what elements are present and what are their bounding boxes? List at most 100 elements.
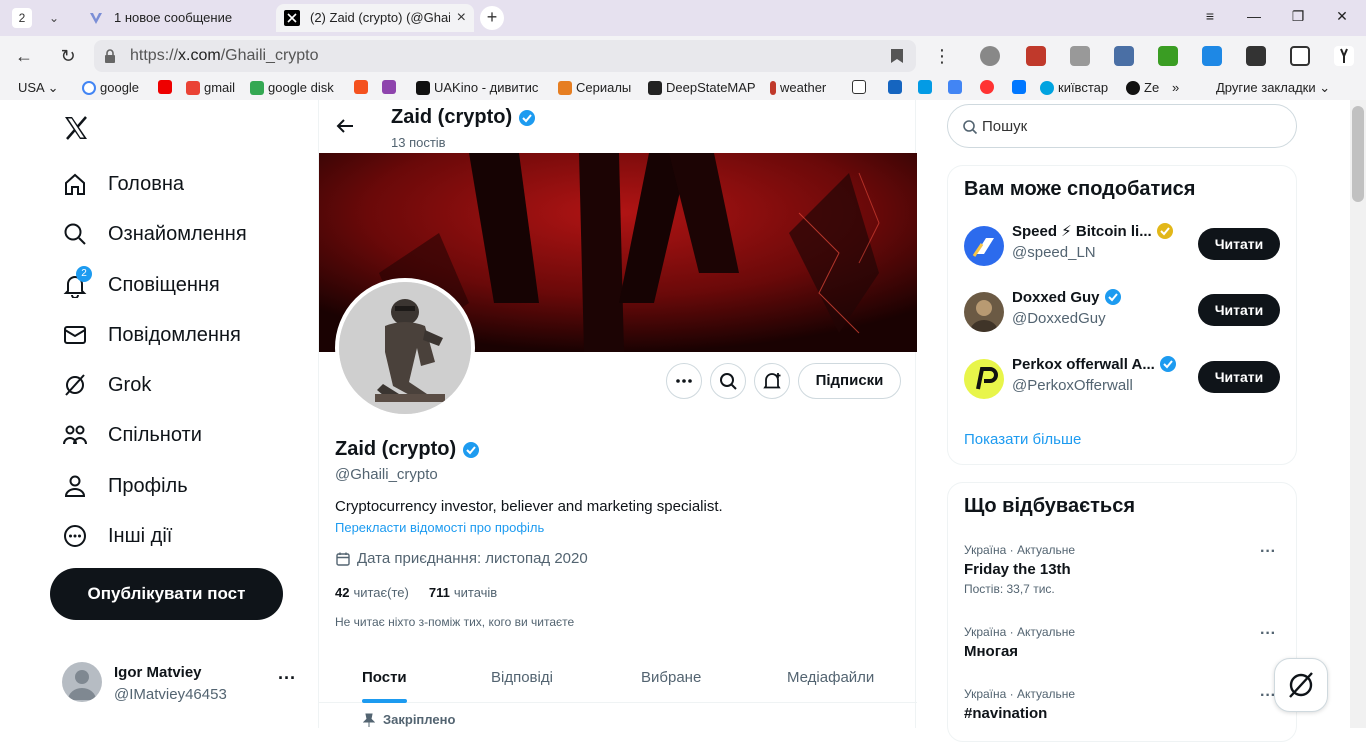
page-scrollbar[interactable] (1350, 100, 1366, 728)
nav-label: Профіль (108, 474, 188, 497)
translate-bio-link[interactable]: Перекласти відомості про профіль (335, 520, 544, 535)
follow-button[interactable]: Читати (1198, 228, 1280, 260)
nav-notifications[interactable]: 2 Сповіщення (62, 265, 220, 305)
tab-posts[interactable]: Пости (362, 653, 407, 703)
bookmark-bc[interactable] (852, 80, 866, 94)
extension-icon[interactable] (1246, 46, 1266, 66)
post-button[interactable]: Опублікувати пост (50, 568, 283, 620)
nav-explore[interactable]: Ознайомлення (62, 214, 247, 254)
bookmark-google-disk[interactable]: google disk (250, 80, 334, 95)
join-date: Дата приєднання: листопад 2020 (335, 550, 588, 567)
tab-media[interactable]: Медіафайли (787, 653, 874, 703)
more-horizontal-icon[interactable]: ··· (278, 668, 296, 689)
menu-icon[interactable]: ≡ (1200, 8, 1220, 24)
more-horizontal-icon[interactable]: ··· (1260, 543, 1276, 561)
nav-messages[interactable]: Повідомлення (62, 315, 241, 355)
bookmark-weather[interactable]: weather (770, 80, 826, 95)
left-sidebar: Головна Ознайомлення 2 Сповіщення Повідо… (0, 100, 318, 728)
tab-highlights[interactable]: Вибране (641, 653, 701, 703)
search-input[interactable]: Пошук (947, 104, 1297, 148)
followers-link[interactable]: 711 читачів (429, 585, 497, 600)
bookmark-yandex[interactable] (980, 80, 994, 94)
extension-icon[interactable] (1114, 46, 1134, 66)
follow-button[interactable]: Читати (1198, 294, 1280, 326)
follow-button[interactable]: Читати (1198, 361, 1280, 393)
bookmark-uakino[interactable]: UAKino - дивитис (416, 80, 538, 95)
trend-item[interactable]: Україна · Актуальне #navination ··· (964, 687, 1284, 722)
following-link[interactable]: 42 читає(те) (335, 585, 409, 600)
bookmark-arrow[interactable] (888, 80, 902, 94)
account-switcher[interactable]: Igor Matviey @IMatviey46453 ··· (50, 658, 308, 710)
more-horizontal-icon[interactable]: ··· (1260, 625, 1276, 643)
back-arrow-icon[interactable] (335, 116, 355, 142)
verified-badge-icon (519, 109, 536, 126)
extension-icon[interactable] (1070, 46, 1090, 66)
verified-badge-icon[interactable] (462, 441, 480, 459)
extension-icon[interactable] (1026, 46, 1046, 66)
nav-profile[interactable]: Профіль (62, 466, 188, 506)
x-logo-icon[interactable] (62, 114, 90, 150)
scrollbar-thumb[interactable] (1352, 106, 1364, 202)
suggestion-row[interactable]: Speed ⚡ Bitcoin li... @speed_LN Читати (964, 222, 1284, 268)
suggestion-row[interactable]: Perkox offerwall A... @PerkoxOfferwall Ч… (964, 355, 1284, 401)
extension-icon[interactable] (1202, 46, 1222, 66)
tab-list-chevron-icon[interactable]: ⌄ (44, 8, 64, 28)
yandex-icon[interactable] (1334, 46, 1354, 66)
minimize-icon[interactable]: — (1244, 8, 1264, 24)
avatar (62, 662, 102, 702)
profile-bio: Cryptocurrency investor, believer and ma… (335, 498, 723, 515)
browser-tab-2[interactable]: (2) Zaid (crypto) (@Ghaili_crypto) × (276, 4, 474, 32)
suggestion-row[interactable]: Doxxed Guy @DoxxedGuy Читати (964, 288, 1284, 334)
trend-item[interactable]: Україна · Актуальне Многая ··· (964, 625, 1284, 660)
more-vert-icon[interactable]: ⋮ (930, 44, 954, 68)
browser-tab-1[interactable]: 1 новое сообщение (80, 4, 270, 32)
reload-icon[interactable]: ↻ (56, 44, 80, 68)
new-tab-button[interactable]: + (480, 6, 504, 30)
profile-avatar[interactable] (335, 278, 475, 418)
download-extension-icon[interactable] (1158, 46, 1178, 66)
bookmark-serials[interactable]: Сериалы (558, 80, 631, 95)
bookmark-kyivstar[interactable]: київстар (1040, 80, 1108, 95)
bookmark-p[interactable] (918, 80, 932, 94)
globe-icon[interactable] (980, 46, 1000, 66)
nav-grok[interactable]: Grok (62, 365, 151, 405)
bookmark-favicon (1126, 80, 1140, 95)
restore-icon[interactable]: ❐ (1288, 8, 1308, 25)
yandex-icon (980, 80, 994, 94)
trend-meta: Україна · Актуальне (964, 543, 1076, 557)
tab-replies[interactable]: Відповіді (491, 653, 553, 703)
nav-communities[interactable]: Спільноти (62, 415, 202, 455)
bookmark-gmail[interactable]: gmail (186, 80, 235, 95)
x-logo-icon (284, 10, 300, 26)
bell-plus-icon (763, 373, 781, 389)
bookmark-translate[interactable] (948, 80, 962, 94)
url-field[interactable]: https://x.com/Ghaili_crypto (94, 40, 916, 72)
bookmarks-overflow[interactable]: » (1172, 80, 1179, 95)
tab-counter[interactable]: 2 (12, 8, 32, 28)
bookmark-google[interactable]: google (82, 80, 139, 95)
nav-home[interactable]: Головна (62, 164, 184, 204)
more-options-button[interactable] (666, 363, 702, 399)
show-more-link[interactable]: Показати більше (964, 431, 1081, 448)
other-bookmarks[interactable]: Другие закладки ⌄ (1216, 80, 1330, 96)
bookmark-vk[interactable] (1012, 80, 1026, 94)
profile-name-text: Zaid (crypto) (335, 438, 457, 460)
grok-floating-button[interactable] (1274, 658, 1328, 712)
following-button[interactable]: Підписки (798, 363, 901, 399)
nav-more[interactable]: Інші дії (62, 516, 172, 556)
bookmark-ze[interactable]: Ze (1126, 80, 1159, 95)
suggestion-name: Speed ⚡ Bitcoin li... (1012, 222, 1182, 240)
back-icon[interactable]: ← (12, 44, 36, 68)
notify-button[interactable] (754, 363, 790, 399)
bookmark-f[interactable] (354, 80, 368, 94)
bookmark-deepstatemap[interactable]: DeepStateMAP (648, 80, 756, 95)
close-tab-icon[interactable]: × (457, 4, 466, 32)
bookmark-star[interactable] (382, 80, 396, 94)
trend-item[interactable]: Україна · Актуальне Friday the 13th Пост… (964, 543, 1284, 596)
search-profile-button[interactable] (710, 363, 746, 399)
bookmark-usa[interactable]: USA ⌄ (18, 80, 59, 96)
bookmark-icon[interactable] (890, 48, 904, 64)
bookmark-youtube[interactable] (158, 80, 172, 94)
extensions-puzzle-icon[interactable] (1290, 46, 1310, 66)
close-window-icon[interactable]: ✕ (1332, 8, 1352, 25)
